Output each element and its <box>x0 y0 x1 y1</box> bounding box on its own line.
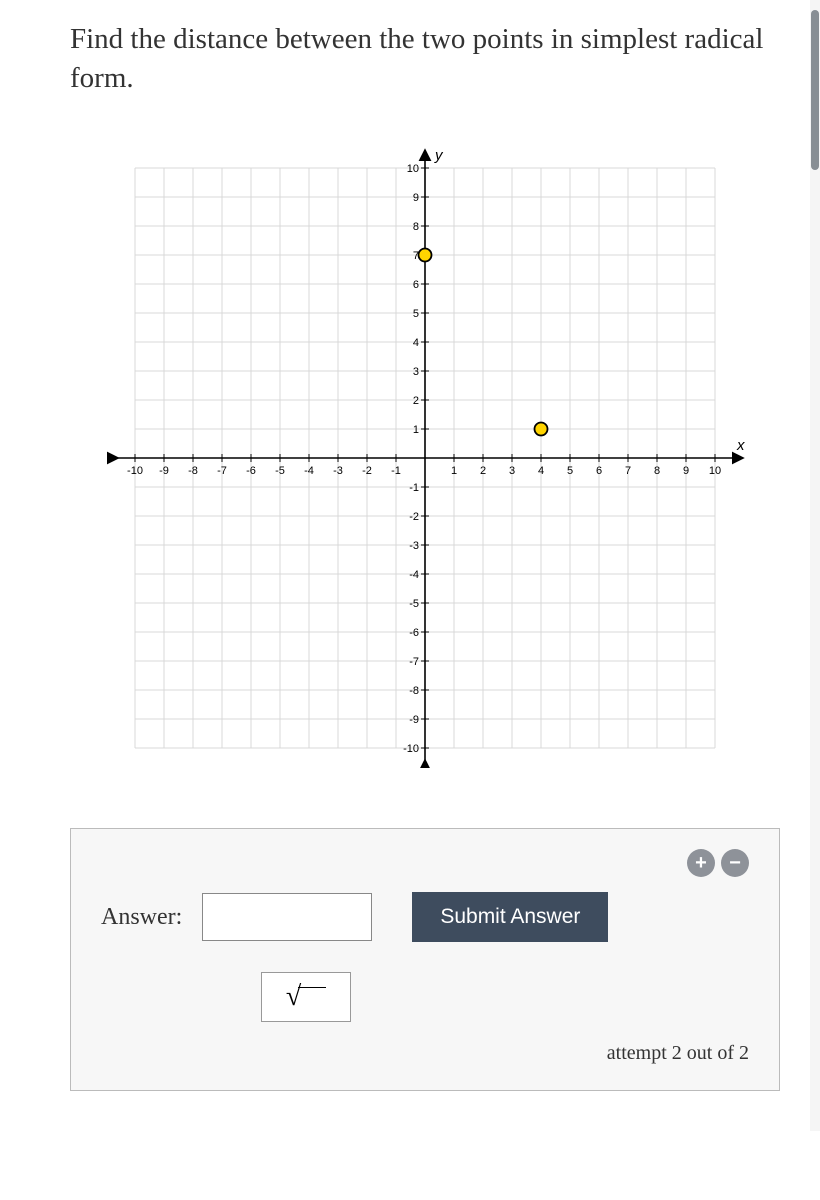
x-tick: -7 <box>217 465 227 477</box>
question-text: Find the distance between the two points… <box>70 20 780 98</box>
x-tick: 8 <box>654 465 660 477</box>
x-tick: -10 <box>127 465 143 477</box>
x-tick: -5 <box>275 465 285 477</box>
remove-button[interactable]: − <box>721 849 749 877</box>
x-tick: 9 <box>683 465 689 477</box>
y-tick: 4 <box>413 337 419 349</box>
answer-input[interactable] <box>202 893 372 941</box>
y-tick: 6 <box>413 279 419 291</box>
x-tick: -4 <box>304 465 314 477</box>
y-tick: -10 <box>403 743 419 755</box>
x-tick: 4 <box>538 465 544 477</box>
x-tick: 5 <box>567 465 573 477</box>
submit-answer-button[interactable]: Submit Answer <box>412 892 608 942</box>
plotted-point <box>535 423 548 436</box>
x-tick: -1 <box>391 465 401 477</box>
answer-label: Answer: <box>101 904 182 931</box>
x-tick: -3 <box>333 465 343 477</box>
sqrt-button[interactable]: √ <box>261 972 351 1022</box>
x-tick: 2 <box>480 465 486 477</box>
plus-icon: + <box>695 852 707 875</box>
x-tick: -2 <box>362 465 372 477</box>
y-tick: 1 <box>413 424 419 436</box>
x-tick: 6 <box>596 465 602 477</box>
x-tick: -9 <box>159 465 169 477</box>
y-tick: -5 <box>409 598 419 610</box>
y-tick: -8 <box>409 685 419 697</box>
graph-container: -10 -9 -8 -7 -6 -5 -4 -3 -2 -1 1 2 3 4 5… <box>70 148 780 768</box>
y-axis-label: y <box>434 148 444 164</box>
y-tick: -2 <box>409 511 419 523</box>
plotted-point <box>419 249 432 262</box>
add-button[interactable]: + <box>687 849 715 877</box>
y-tick: 5 <box>413 308 419 320</box>
y-tick: -6 <box>409 627 419 639</box>
scrollbar-thumb[interactable] <box>811 10 819 170</box>
x-tick: -8 <box>188 465 198 477</box>
y-tick: -4 <box>409 569 419 581</box>
y-tick: -1 <box>409 482 419 494</box>
x-tick: 3 <box>509 465 515 477</box>
y-tick: -3 <box>409 540 419 552</box>
y-tick: 2 <box>413 395 419 407</box>
x-axis-label: x <box>736 437 745 454</box>
x-tick: 7 <box>625 465 631 477</box>
y-tick: -9 <box>409 714 419 726</box>
y-tick: 9 <box>413 192 419 204</box>
attempt-counter: attempt 2 out of 2 <box>101 1042 749 1065</box>
x-tick: 1 <box>451 465 457 477</box>
x-tick: -6 <box>246 465 256 477</box>
minus-icon: − <box>729 852 741 875</box>
y-tick: -7 <box>409 656 419 668</box>
coordinate-graph: -10 -9 -8 -7 -6 -5 -4 -3 -2 -1 1 2 3 4 5… <box>105 148 745 768</box>
sqrt-icon: √ <box>286 981 326 1013</box>
answer-panel: + − Answer: Submit Answer √ attempt 2 ou… <box>70 828 780 1091</box>
scrollbar[interactable] <box>810 0 820 1131</box>
x-tick: 10 <box>709 465 721 477</box>
y-tick: 3 <box>413 366 419 378</box>
y-tick: 10 <box>407 163 419 175</box>
y-tick: 8 <box>413 221 419 233</box>
